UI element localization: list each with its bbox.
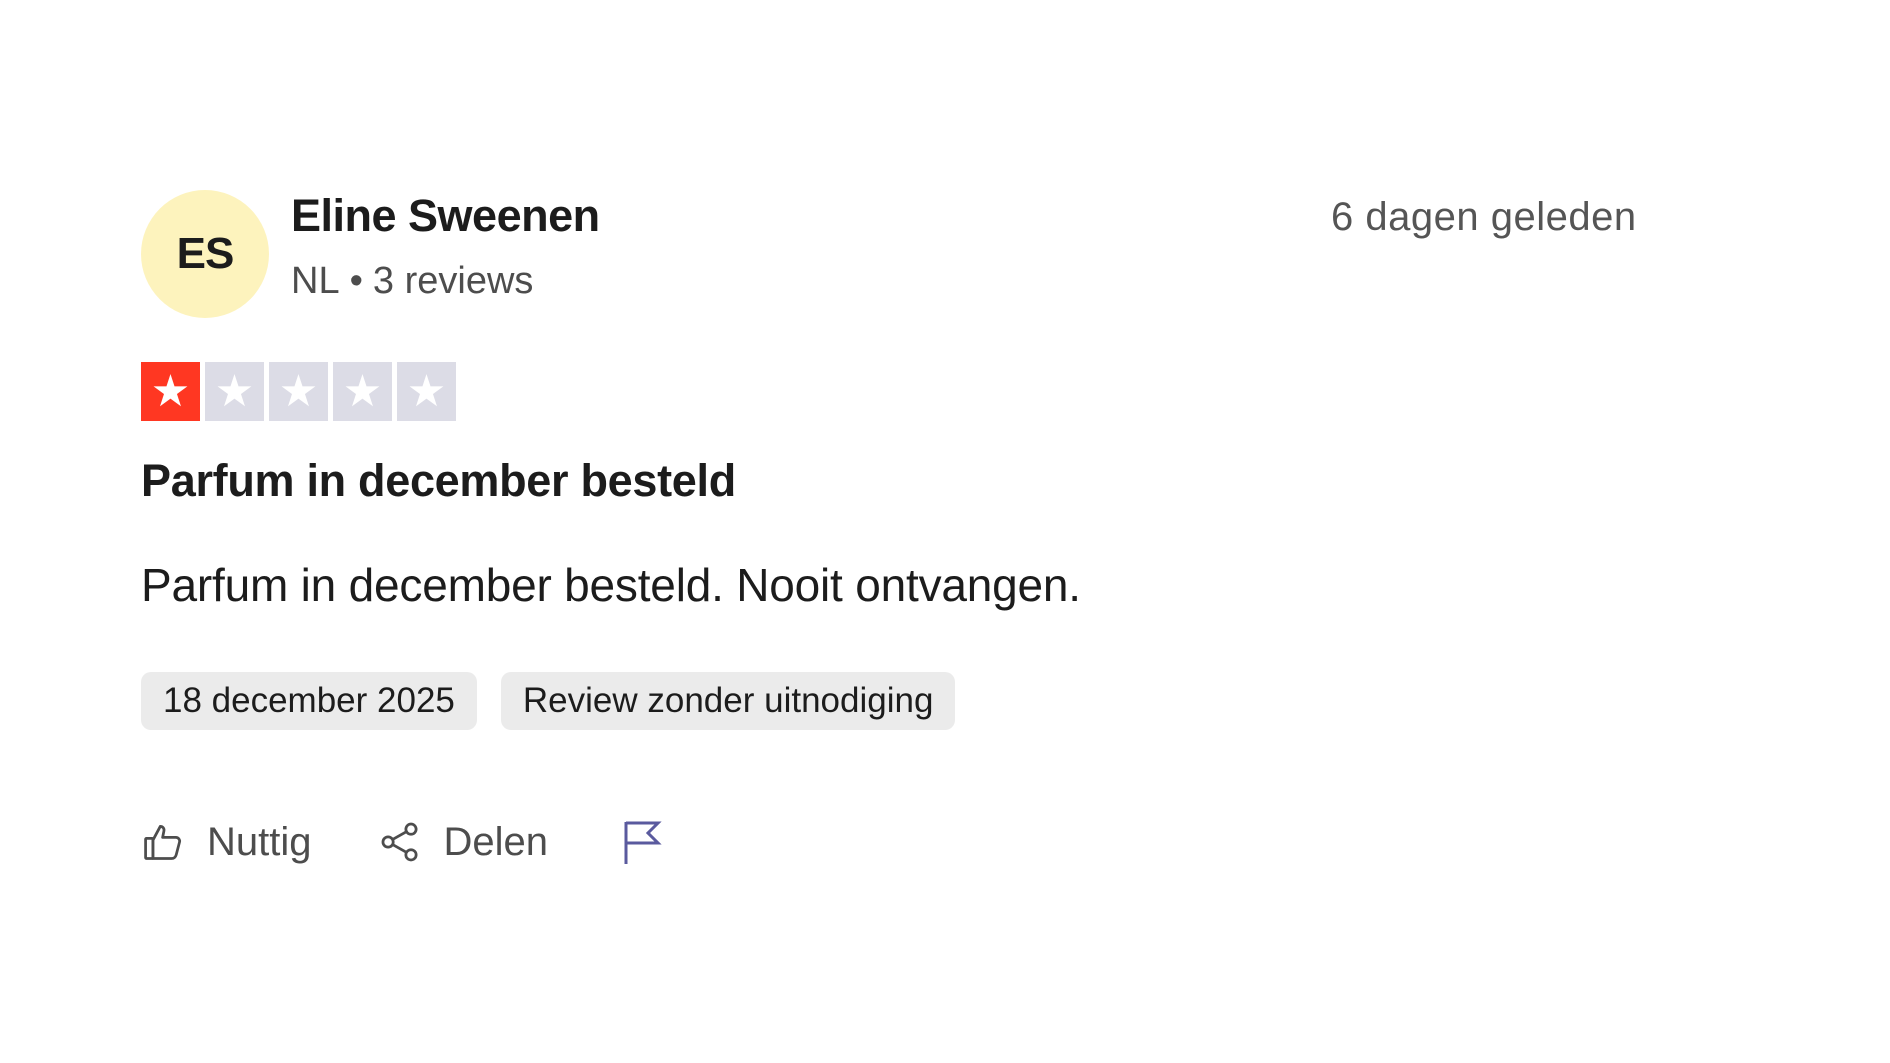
- review-source-badge[interactable]: Review zonder uitnodiging: [500, 672, 956, 730]
- review-card: ES Eline Sweenen NL • 3 reviews 6 dagen ge…: [141, 190, 1681, 864]
- star-empty-icon: ★: [333, 362, 392, 421]
- share-label: Delen: [443, 819, 549, 864]
- star-filled-icon: ★: [141, 362, 200, 421]
- review-posted-time: 6 dagen geleden: [1331, 195, 1637, 239]
- review-actions: Nuttig Delen: [141, 818, 664, 866]
- star-empty-icon: ★: [397, 362, 456, 421]
- review-body: Parfum in december besteld. Nooit ontvan…: [141, 559, 1081, 611]
- star-empty-icon: ★: [269, 362, 328, 421]
- flag-icon: [620, 818, 664, 866]
- helpful-label: Nuttig: [207, 819, 312, 864]
- meta-separator: •: [349, 260, 363, 302]
- review-tags: 18 december 2025 Review zonder uitnodigi…: [141, 672, 956, 730]
- reviewer-name[interactable]: Eline Sweenen: [291, 190, 600, 242]
- report-flag-button[interactable]: [620, 818, 664, 866]
- reviewer-country: NL: [291, 260, 340, 302]
- star-empty-icon: ★: [205, 362, 264, 421]
- avatar[interactable]: ES: [141, 190, 269, 318]
- thumbs-up-icon: [141, 820, 185, 864]
- reviewer-review-count: 3 reviews: [372, 260, 534, 302]
- review-title[interactable]: Parfum in december besteld: [141, 455, 736, 507]
- review-header: ES Eline Sweenen NL • 3 reviews 6 dagen ge…: [141, 190, 1681, 318]
- star-rating: ★ ★ ★ ★ ★: [141, 362, 456, 421]
- reviewer-meta: NL • 3 reviews: [291, 260, 533, 303]
- share-button[interactable]: Delen: [378, 819, 549, 865]
- share-icon: [378, 820, 422, 864]
- helpful-button[interactable]: Nuttig: [141, 820, 312, 865]
- experience-date-badge: 18 december 2025: [141, 672, 477, 730]
